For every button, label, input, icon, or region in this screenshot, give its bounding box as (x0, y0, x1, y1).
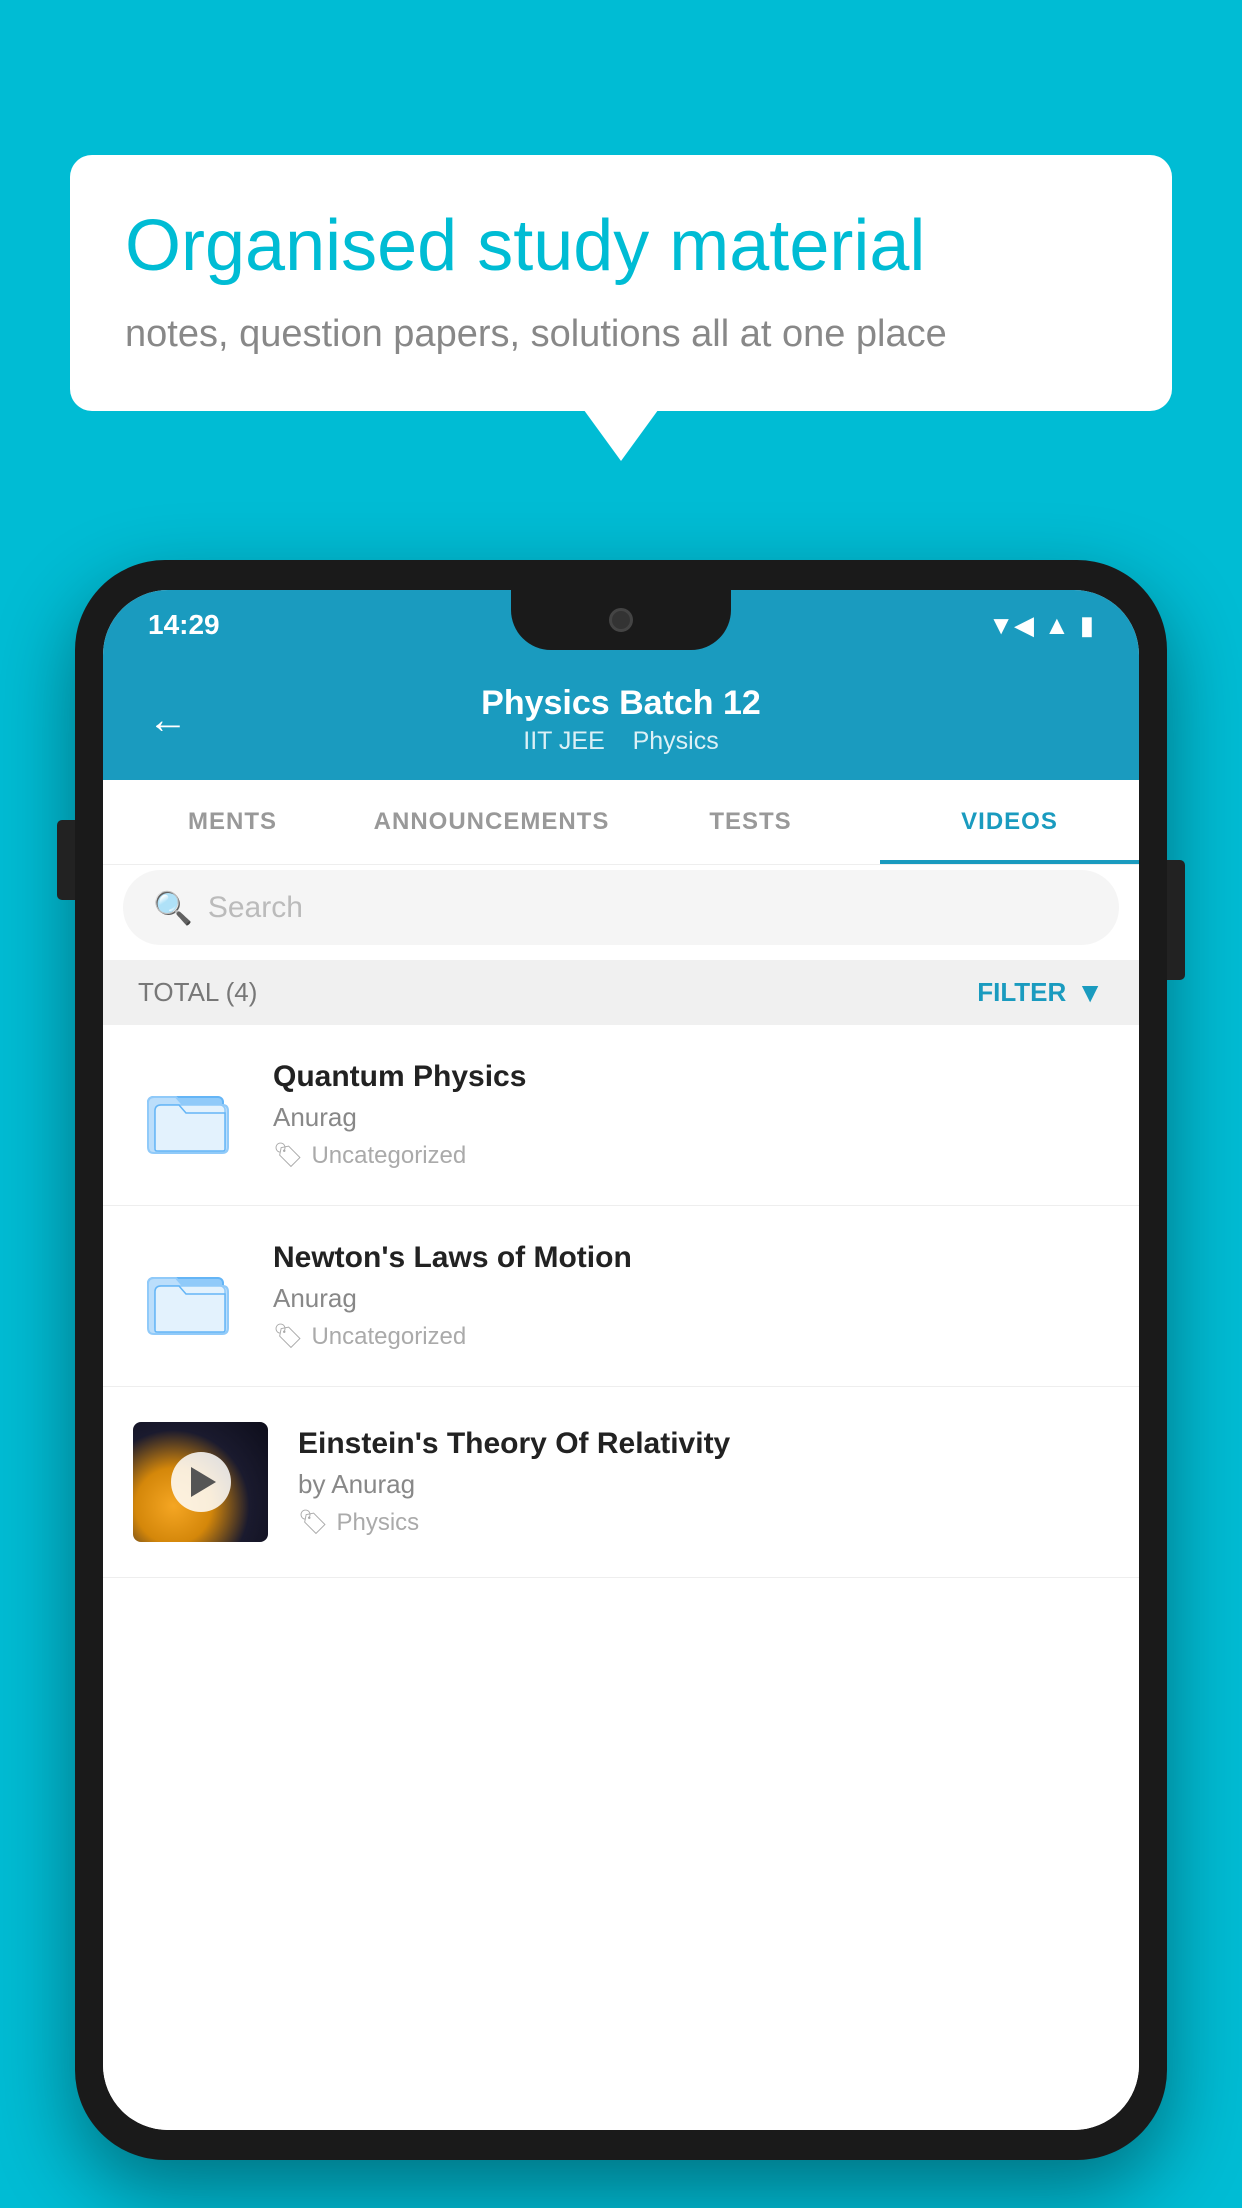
tab-announcements[interactable]: ANNOUNCEMENTS (362, 780, 621, 864)
speech-bubble-subtext: notes, question papers, solutions all at… (125, 313, 1117, 356)
filter-label: FILTER (977, 977, 1066, 1008)
video-thumbnail (133, 1422, 268, 1542)
video-item-info: Einstein's Theory Of Relativity by Anura… (298, 1427, 1109, 1537)
tab-tests[interactable]: TESTS (621, 780, 880, 864)
app-title: Physics Batch 12 (481, 684, 761, 723)
video-tag: 🏷 Physics (298, 1508, 1109, 1537)
filter-button[interactable]: FILTER ▼ (977, 977, 1104, 1009)
filter-row: TOTAL (4) FILTER ▼ (103, 960, 1139, 1025)
phone-notch (511, 590, 731, 650)
tag-icon: 🏷 (273, 1322, 303, 1351)
play-button[interactable] (171, 1452, 231, 1512)
app-subtitle: IIT JEE Physics (481, 727, 761, 756)
status-icons: ▼◀ ▲ ▮ (988, 610, 1094, 641)
list-item[interactable]: Quantum Physics Anurag 🏷 Uncategorized (103, 1025, 1139, 1206)
tab-videos[interactable]: VIDEOS (880, 780, 1139, 864)
video-tag: 🏷 Uncategorized (273, 1141, 1109, 1170)
video-author: Anurag (273, 1283, 1109, 1314)
phone-outer: 14:29 ▼◀ ▲ ▮ ← Physics Batch 12 IIT JEE … (75, 560, 1167, 2160)
subtitle-physics: Physics (633, 727, 719, 755)
list-item[interactable]: Newton's Laws of Motion Anurag 🏷 Uncateg… (103, 1206, 1139, 1387)
status-time: 14:29 (148, 609, 220, 641)
back-button[interactable]: ← (148, 698, 188, 743)
subtitle-iit: IIT JEE (523, 727, 605, 755)
speech-bubble: Organised study material notes, question… (70, 155, 1172, 411)
search-bar[interactable]: 🔍 Search (123, 870, 1119, 945)
tag-icon: 🏷 (298, 1508, 328, 1537)
folder-svg (143, 1251, 233, 1341)
speech-bubble-container: Organised study material notes, question… (70, 155, 1172, 411)
tag-text: Physics (336, 1509, 419, 1537)
video-item-info: Newton's Laws of Motion Anurag 🏷 Uncateg… (273, 1241, 1109, 1351)
play-icon (191, 1467, 216, 1497)
header-title-block: Physics Batch 12 IIT JEE Physics (481, 684, 761, 756)
search-placeholder: Search (208, 891, 303, 925)
filter-icon: ▼ (1076, 977, 1104, 1009)
video-item-info: Quantum Physics Anurag 🏷 Uncategorized (273, 1060, 1109, 1170)
tag-text: Uncategorized (311, 1323, 466, 1351)
phone-screen: 14:29 ▼◀ ▲ ▮ ← Physics Batch 12 IIT JEE … (103, 590, 1139, 2130)
wifi-icon: ▼◀ (988, 610, 1034, 641)
video-title: Newton's Laws of Motion (273, 1241, 1109, 1275)
tag-text: Uncategorized (311, 1142, 466, 1170)
camera-icon (609, 608, 633, 632)
tab-ments[interactable]: MENTS (103, 780, 362, 864)
battery-icon: ▮ (1080, 610, 1094, 641)
app-header: ← Physics Batch 12 IIT JEE Physics (103, 660, 1139, 780)
list-item[interactable]: Einstein's Theory Of Relativity by Anura… (103, 1387, 1139, 1578)
video-list: Quantum Physics Anurag 🏷 Uncategorized (103, 1025, 1139, 2130)
folder-svg (143, 1070, 233, 1160)
signal-icon: ▲ (1044, 610, 1070, 641)
folder-icon (133, 1241, 243, 1351)
total-label: TOTAL (4) (138, 977, 257, 1008)
video-title: Quantum Physics (273, 1060, 1109, 1094)
video-author: Anurag (273, 1102, 1109, 1133)
speech-bubble-heading: Organised study material (125, 205, 1117, 288)
folder-icon (133, 1060, 243, 1170)
search-icon: 🔍 (153, 889, 193, 927)
tabs-bar: MENTS ANNOUNCEMENTS TESTS VIDEOS (103, 780, 1139, 865)
video-tag: 🏷 Uncategorized (273, 1322, 1109, 1351)
video-title: Einstein's Theory Of Relativity (298, 1427, 1109, 1461)
tag-icon: 🏷 (273, 1141, 303, 1170)
phone-mockup: 14:29 ▼◀ ▲ ▮ ← Physics Batch 12 IIT JEE … (75, 560, 1167, 2160)
video-author: by Anurag (298, 1469, 1109, 1500)
